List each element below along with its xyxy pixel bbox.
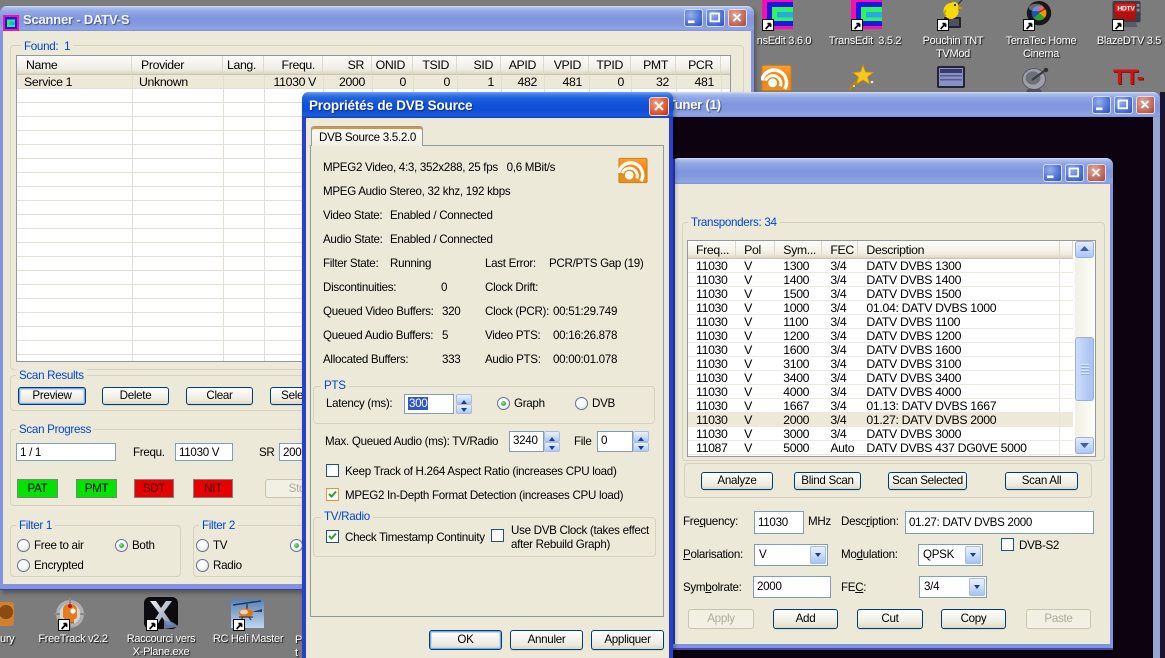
svg-text:HDTV: HDTV (1117, 6, 1135, 13)
